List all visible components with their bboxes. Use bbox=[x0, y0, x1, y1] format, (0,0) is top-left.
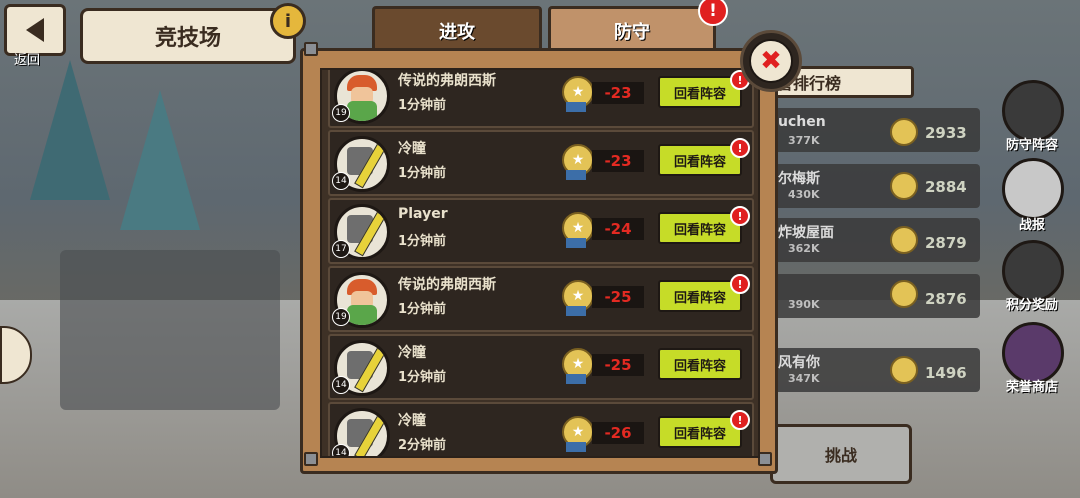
side-menu-label: 荣誉商店 bbox=[1005, 380, 1058, 395]
back-label: 返回 bbox=[14, 53, 41, 68]
challenge-button[interactable]: 挑战 bbox=[770, 424, 912, 484]
shop-icon[interactable] bbox=[1002, 322, 1064, 384]
list-item: 19 传说的弗朗西斯 1分钟前 ★ -23 回看阵容 ! bbox=[328, 70, 754, 128]
alert-icon: ! bbox=[730, 138, 750, 158]
level-badge: 14 bbox=[332, 444, 350, 456]
background-tree bbox=[120, 90, 200, 230]
player-name: 冷瞳 bbox=[398, 413, 426, 429]
shield-icon[interactable] bbox=[1002, 80, 1064, 142]
review-lineup-button[interactable]: 回看阵容 bbox=[658, 348, 742, 380]
alert-icon: ! bbox=[698, 0, 728, 26]
level-badge: 19 bbox=[332, 308, 350, 326]
ranking-name: 炸坡屋面 bbox=[778, 225, 834, 241]
info-icon[interactable]: i bbox=[270, 3, 306, 39]
player-name: 冷瞳 bbox=[398, 345, 426, 361]
medal-icon bbox=[890, 356, 918, 384]
list-item: 14 冷瞳 1分钟前 ★ -23 回看阵容 ! bbox=[328, 130, 754, 196]
ribbon-icon bbox=[566, 238, 586, 248]
level-badge: 17 bbox=[332, 240, 350, 258]
battle-log-list[interactable]: 19 传说的弗朗西斯 1分钟前 ★ -23 回看阵容 ! 14 冷瞳 1分钟前 … bbox=[320, 68, 760, 458]
battle-report-icon[interactable] bbox=[1002, 158, 1064, 220]
tab-attack[interactable]: 进攻 bbox=[372, 6, 542, 53]
rivet-decoration bbox=[304, 42, 318, 56]
player-name: 传说的弗朗西斯 bbox=[398, 277, 496, 293]
ranking-sub: 390K bbox=[788, 298, 820, 311]
medal-icon bbox=[890, 172, 918, 200]
ribbon-icon bbox=[566, 374, 586, 384]
ranking-sub: 362K bbox=[788, 242, 820, 255]
ranking-name: 尔梅斯 bbox=[778, 171, 820, 187]
ranking-sub: 347K bbox=[788, 372, 820, 385]
player-name: Player bbox=[398, 206, 448, 222]
level-badge: 19 bbox=[332, 104, 350, 122]
close-icon: ✖ bbox=[749, 39, 793, 83]
score-change: -25 bbox=[592, 354, 644, 376]
ranking-score: 2884 bbox=[925, 178, 967, 196]
ranking-score: 1496 bbox=[925, 364, 967, 382]
score-change: -25 bbox=[592, 286, 644, 308]
list-item: 14 冷瞳 2分钟前 ★ -26 回看阵容 ! bbox=[328, 402, 754, 456]
list-item: 14 冷瞳 1分钟前 ★ -25 回看阵容 bbox=[328, 334, 754, 400]
side-menu-label: 战报 bbox=[1018, 218, 1045, 233]
page-title: 竞技场 bbox=[80, 8, 296, 64]
rivet-decoration bbox=[304, 452, 318, 466]
score-change: -24 bbox=[592, 218, 644, 240]
player-name: 冷瞳 bbox=[398, 141, 426, 157]
medal-icon bbox=[890, 226, 918, 254]
battle-time: 1分钟前 bbox=[398, 98, 447, 113]
ribbon-icon bbox=[566, 102, 586, 112]
player-name: 传说的弗朗西斯 bbox=[398, 73, 496, 89]
side-menu-label: 积分奖励 bbox=[1005, 298, 1058, 313]
ribbon-icon bbox=[566, 442, 586, 452]
back-arrow-icon bbox=[26, 18, 44, 42]
background-tree bbox=[30, 60, 110, 200]
side-menu-label: 防守阵容 bbox=[1005, 138, 1058, 153]
list-item: 17 Player 1分钟前 ★ -24 回看阵容 ! bbox=[328, 198, 754, 264]
battle-time: 1分钟前 bbox=[398, 370, 447, 385]
medal-icon bbox=[890, 118, 918, 146]
reward-icon[interactable] bbox=[1002, 240, 1064, 302]
ranking-name: 风有你 bbox=[778, 355, 820, 371]
ranking-sub: 430K bbox=[788, 188, 820, 201]
ribbon-icon bbox=[566, 306, 586, 316]
close-button[interactable]: ✖ bbox=[740, 30, 802, 92]
alert-icon: ! bbox=[730, 274, 750, 294]
level-badge: 14 bbox=[332, 172, 350, 190]
ranking-score: 2876 bbox=[925, 290, 967, 308]
battle-time: 2分钟前 bbox=[398, 438, 447, 453]
ribbon-icon bbox=[566, 170, 586, 180]
ranking-score: 2933 bbox=[925, 124, 967, 142]
battle-time: 1分钟前 bbox=[398, 302, 447, 317]
level-badge: 14 bbox=[332, 376, 350, 394]
score-change: -23 bbox=[592, 82, 644, 104]
score-change: -23 bbox=[592, 150, 644, 172]
rivet-decoration bbox=[758, 452, 772, 466]
medal-icon bbox=[890, 280, 918, 308]
ranking-name: uchen bbox=[778, 114, 826, 130]
alert-icon: ! bbox=[730, 206, 750, 226]
battle-time: 1分钟前 bbox=[398, 166, 447, 181]
battle-time: 1分钟前 bbox=[398, 234, 447, 249]
tab-defend[interactable]: 防守 bbox=[548, 6, 716, 53]
list-item: 19 传说的弗朗西斯 1分钟前 ★ -25 回看阵容 ! bbox=[328, 266, 754, 332]
ranking-sub: 377K bbox=[788, 134, 820, 147]
alert-icon: ! bbox=[730, 410, 750, 430]
background-characters bbox=[60, 250, 280, 410]
score-change: -26 bbox=[592, 422, 644, 444]
ranking-score: 2879 bbox=[925, 234, 967, 252]
